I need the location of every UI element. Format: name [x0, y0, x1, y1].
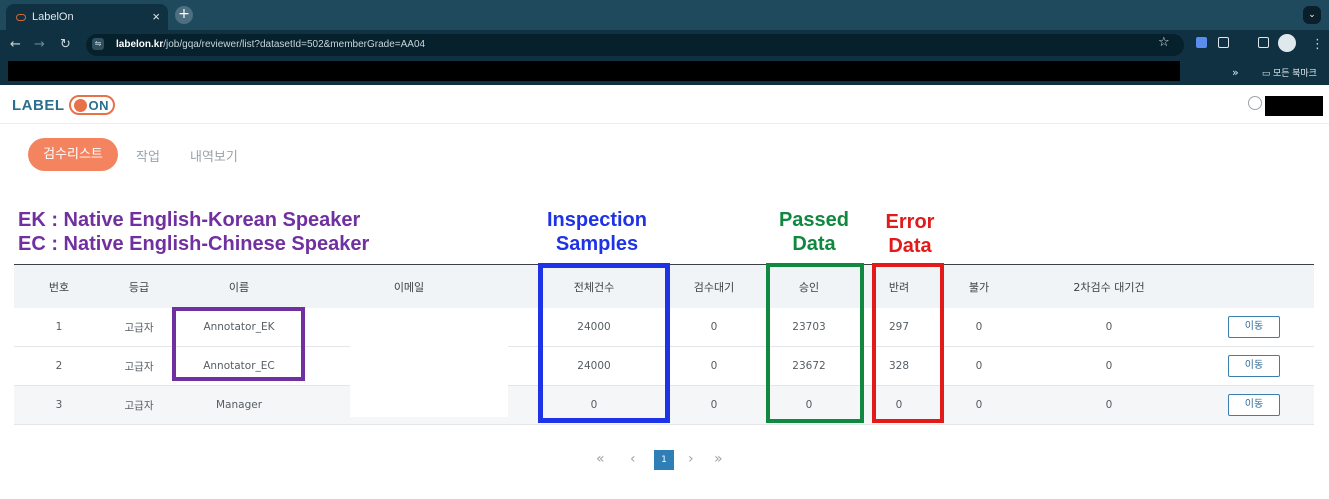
redacted-email-area: [350, 345, 508, 417]
tab-search-icon[interactable]: ⌄: [1303, 6, 1321, 24]
header-no: 번호: [48, 280, 70, 294]
bookmarks-overflow-icon[interactable]: »: [1232, 66, 1239, 79]
error-label-line2: Data: [888, 235, 932, 257]
prev-page-icon[interactable]: ‹: [630, 449, 636, 471]
browser-tab-strip: [0, 0, 1329, 30]
annotator-names-highlight: [172, 307, 305, 381]
cell-action: 이동: [1194, 394, 1314, 416]
error-label-line1: Error: [885, 211, 935, 233]
speaker-legend: EK : Native English-Korean Speaker EC : …: [18, 208, 369, 256]
profile-avatar-icon[interactable]: [1278, 34, 1296, 52]
back-arrow-icon[interactable]: ←: [10, 37, 21, 52]
browser-menu-icon[interactable]: ⋮: [1311, 37, 1324, 52]
inspection-samples-highlight: [538, 263, 670, 423]
redacted-bookmarks: [8, 61, 1180, 81]
move-button[interactable]: 이동: [1228, 355, 1280, 377]
labelon-logo[interactable]: LABEL ON: [12, 94, 115, 116]
cell-name: Manager: [215, 399, 263, 411]
extension-icon[interactable]: [1196, 37, 1207, 48]
tab-history[interactable]: 내역보기: [190, 146, 238, 165]
cell-no: 1: [55, 321, 63, 333]
cell-pending: 0: [710, 360, 718, 372]
last-page-icon[interactable]: »: [714, 449, 723, 471]
folder-icon: ▭: [1262, 68, 1274, 78]
cell-impossible: 0: [975, 399, 983, 411]
logo-on-pill: ON: [68, 95, 115, 115]
cell-grade: 고급자: [124, 321, 154, 334]
passed-data-highlight: [766, 263, 864, 423]
cell-impossible: 0: [975, 360, 983, 372]
all-bookmarks-folder[interactable]: ▭ 모든 북마크: [1262, 66, 1317, 79]
cell-pending: 0: [710, 321, 718, 333]
tab-work[interactable]: 작업: [136, 146, 160, 165]
legend-ec: EC : Native English-Chinese Speaker: [18, 233, 370, 255]
browser-tab-title: LabelOn: [32, 11, 74, 23]
logo-on-text: ON: [88, 97, 109, 113]
site-info-icon[interactable]: ⇋: [92, 38, 104, 50]
cell-grade: 고급자: [124, 360, 154, 373]
redacted-username: [1265, 96, 1323, 116]
cell-second-pending: 0: [1105, 399, 1113, 411]
header-name: 이름: [228, 280, 250, 294]
inspection-label-line2: Samples: [555, 233, 639, 255]
side-panel-icon[interactable]: [1258, 37, 1269, 48]
reload-icon[interactable]: ↻: [60, 37, 71, 52]
legend-ek: EK : Native English-Korean Speaker: [18, 209, 361, 231]
cell-pending: 0: [710, 399, 718, 411]
cell-action: 이동: [1194, 316, 1314, 338]
first-page-icon[interactable]: «: [596, 449, 605, 471]
bookmark-star-icon[interactable]: ☆: [1158, 35, 1170, 50]
page-1-button[interactable]: 1: [654, 450, 674, 470]
cell-second-pending: 0: [1105, 360, 1113, 372]
cell-action: 이동: [1194, 355, 1314, 377]
next-page-icon[interactable]: ›: [688, 449, 694, 471]
new-tab-button[interactable]: +: [175, 6, 193, 24]
passed-label-line1: Passed: [778, 209, 850, 231]
error-data-highlight: [872, 263, 944, 423]
header-impossible: 불가: [968, 280, 990, 294]
passed-label-line2: Data: [792, 233, 836, 255]
labelon-favicon-icon: [16, 13, 26, 21]
browser-tab[interactable]: LabelOn ×: [6, 4, 168, 30]
header-second-pending: 2차검수 대기건: [1073, 280, 1145, 294]
all-bookmarks-label: 모든 북마크: [1273, 68, 1317, 78]
url-path: /job/gqa/reviewer/list?datasetId=502&mem…: [163, 39, 426, 50]
user-icon[interactable]: [1248, 96, 1262, 110]
header-pending: 검수대기: [693, 280, 735, 294]
error-data-label: Error Data: [874, 210, 946, 258]
logo-dot-icon: [73, 98, 87, 112]
header-grade: 등급: [128, 280, 150, 294]
tab-review-list[interactable]: 검수리스트: [28, 138, 118, 171]
cell-no: 3: [55, 399, 63, 411]
app-header: [0, 85, 1329, 124]
logo-text: LABEL: [12, 96, 65, 114]
extensions-puzzle-icon[interactable]: [1218, 37, 1229, 48]
cell-impossible: 0: [975, 321, 983, 333]
url-host: labelon.kr: [116, 39, 164, 50]
address-bar[interactable]: labelon.kr/job/gqa/reviewer/list?dataset…: [86, 34, 1184, 56]
cell-no: 2: [55, 360, 63, 372]
cell-second-pending: 0: [1105, 321, 1113, 333]
inspection-label-line1: Inspection: [546, 209, 647, 231]
cell-grade: 고급자: [124, 399, 154, 412]
forward-arrow-icon[interactable]: →: [34, 37, 45, 52]
passed-data-label: Passed Data: [764, 208, 864, 256]
tab-close-icon[interactable]: ×: [152, 9, 160, 24]
header-email: 이메일: [393, 280, 425, 294]
move-button[interactable]: 이동: [1228, 394, 1280, 416]
inspection-samples-label: Inspection Samples: [532, 208, 662, 256]
move-button[interactable]: 이동: [1228, 316, 1280, 338]
